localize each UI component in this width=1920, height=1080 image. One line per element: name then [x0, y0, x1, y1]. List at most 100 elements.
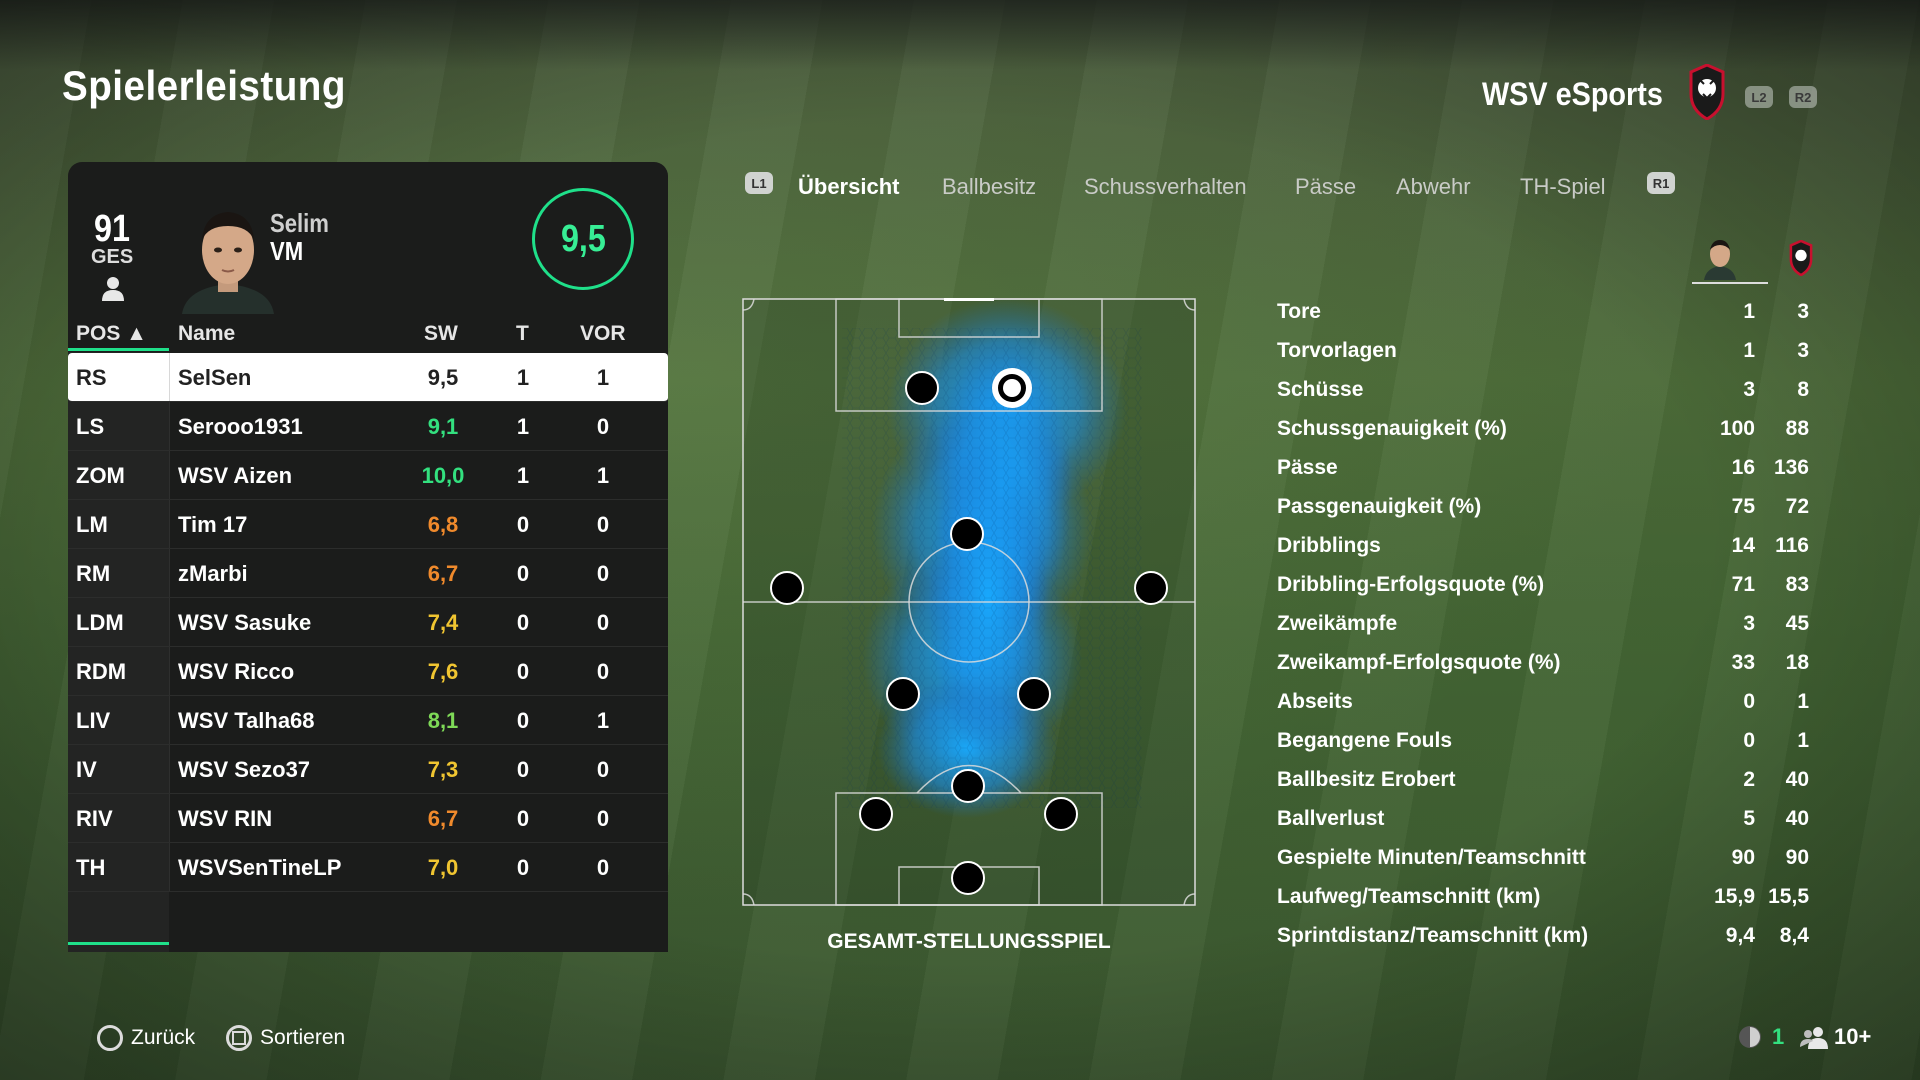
l1-button[interactable]: L1 [745, 172, 773, 194]
header-sw[interactable]: SW [424, 322, 458, 346]
header-t[interactable]: T [516, 322, 529, 346]
stat-player-value: 0 [1743, 729, 1755, 752]
row-name: zMarbi [178, 561, 248, 586]
stat-team-value: 88 [1785, 417, 1809, 440]
sort-indicator [68, 348, 169, 351]
stat-team-value: 8,4 [1779, 924, 1809, 947]
table-row[interactable]: LM Tim 17 6,8 0 0 [68, 500, 668, 549]
player-column-underline [1692, 282, 1768, 284]
table-row[interactable]: IV WSV Sezo37 7,3 0 0 [68, 745, 668, 794]
stat-row: Abseits 0 1 [1277, 684, 1817, 723]
stat-player-value: 75 [1731, 495, 1755, 518]
row-position: RS [76, 365, 107, 390]
row-assists: 1 [596, 365, 610, 390]
stat-row: Passgenauigkeit (%) 75 72 [1277, 489, 1817, 528]
stat-row: Sprintdistanz/Teamschnitt (km) 9,4 8,4 [1277, 918, 1817, 957]
back-button[interactable]: Zurück [97, 1025, 195, 1051]
table-row[interactable]: RM zMarbi 6,7 0 0 [68, 549, 668, 598]
table-row[interactable]: RS SelSen 9,5 1 1 [68, 353, 668, 402]
row-rating: 9,5 [427, 365, 459, 390]
stat-label: Sprintdistanz/Teamschnitt (km) [1277, 924, 1589, 947]
heatmap-blobs [842, 298, 1142, 818]
sort-button[interactable]: Sortieren [226, 1025, 345, 1051]
row-goals: 0 [516, 610, 530, 635]
row-rating: 9,1 [427, 414, 459, 439]
stat-player-value: 16 [1731, 456, 1755, 479]
stat-label: Passgenauigkeit (%) [1277, 495, 1482, 518]
square-button-icon [226, 1025, 252, 1051]
voice-count: 1 [1772, 1024, 1785, 1049]
stat-label: Dribbling-Erfolgsquote (%) [1277, 573, 1545, 596]
tab-ballbesitz[interactable]: Ballbesitz [942, 174, 1036, 200]
row-rating: 7,6 [427, 659, 459, 684]
row-name: SelSen [178, 365, 252, 390]
header-pos[interactable]: POS ▲ [76, 322, 147, 346]
row-assists: 0 [596, 561, 610, 586]
stat-row: Torvorlagen 1 3 [1277, 333, 1817, 372]
stat-row: Schüsse 3 8 [1277, 372, 1817, 411]
tab-uebersicht[interactable]: Übersicht [798, 174, 899, 200]
row-position: RIV [76, 806, 113, 831]
row-goals: 1 [516, 463, 530, 488]
table-row[interactable]: RDM WSV Ricco 7,6 0 0 [68, 647, 668, 696]
stat-player-value: 5 [1743, 807, 1755, 830]
row-name: WSV Sezo37 [178, 757, 311, 782]
mic-icon [1739, 1026, 1761, 1048]
row-goals: 0 [516, 708, 530, 733]
row-name: WSV Ricco [178, 659, 295, 684]
table-row[interactable]: LIV WSV Talha68 8,1 0 1 [68, 696, 668, 745]
table-header: POS ▲ Name SW T VOR [68, 314, 668, 352]
stat-player-value: 3 [1743, 612, 1755, 635]
r1-button[interactable]: R1 [1647, 172, 1675, 194]
row-name: Tim 17 [178, 512, 248, 537]
row-rating: 8,1 [427, 708, 459, 733]
tab-th-spiel[interactable]: TH-Spiel [1520, 174, 1606, 200]
header-name[interactable]: Name [178, 322, 235, 346]
stat-label: Ballverlust [1277, 807, 1385, 830]
header-vor[interactable]: VOR [580, 322, 626, 346]
row-rating: 6,7 [427, 806, 459, 831]
row-goals: 0 [516, 855, 530, 880]
row-position: IV [76, 757, 97, 782]
stat-label: Schüsse [1277, 378, 1364, 401]
player-name: Selim [270, 208, 329, 238]
row-goals: 0 [516, 659, 530, 684]
stat-row: Gespielte Minuten/Teamschnitt 90 90 [1277, 840, 1817, 879]
table-row[interactable]: ZOM WSV Aizen 10,0 1 1 [68, 451, 668, 500]
stat-player-value: 14 [1731, 534, 1755, 557]
stat-label: Tore [1277, 300, 1321, 323]
row-name: WSV RIN [178, 806, 273, 831]
stat-label: Gespielte Minuten/Teamschnitt [1277, 846, 1586, 869]
stat-team-value: 83 [1785, 573, 1809, 596]
stat-label: Abseits [1277, 690, 1353, 713]
person-icon [102, 277, 124, 301]
table-row[interactable]: RIV WSV RIN 6,7 0 0 [68, 794, 668, 843]
table-row[interactable]: LDM WSV Sasuke 7,4 0 0 [68, 598, 668, 647]
stat-label: Laufweg/Teamschnitt (km) [1277, 885, 1541, 908]
stat-row: Dribbling-Erfolgsquote (%) 71 83 [1277, 567, 1817, 606]
stat-team-value: 116 [1775, 534, 1809, 557]
stat-row: Laufweg/Teamschnitt (km) 15,9 15,5 [1277, 879, 1817, 918]
stat-team-value: 40 [1785, 807, 1809, 830]
row-rating: 6,8 [427, 512, 459, 537]
stat-player-value: 0 [1743, 690, 1755, 713]
tab-schussverhalten[interactable]: Schussverhalten [1084, 174, 1247, 200]
table-row[interactable]: TH WSVSenTineLP 7,0 0 0 [68, 843, 668, 892]
r2-button[interactable]: R2 [1789, 86, 1817, 108]
row-assists: 0 [596, 806, 610, 831]
stat-player-value: 15,9 [1714, 885, 1755, 908]
l2-button[interactable]: L2 [1745, 86, 1773, 108]
stat-team-value: 1 [1797, 690, 1809, 713]
row-name: WSV Talha68 [178, 708, 315, 733]
row-assists: 1 [596, 708, 610, 733]
tab-abwehr[interactable]: Abwehr [1396, 174, 1471, 200]
stat-label: Pässe [1277, 456, 1338, 479]
row-assists: 0 [596, 512, 610, 537]
stat-label: Torvorlagen [1277, 339, 1397, 362]
tab-paesse[interactable]: Pässe [1295, 174, 1356, 200]
row-position: LDM [76, 610, 124, 635]
table-row[interactable]: LS Serooo1931 9,1 1 0 [68, 402, 668, 451]
positioning-heatmap [742, 298, 1196, 906]
row-position: RDM [76, 659, 127, 684]
row-goals: 1 [516, 365, 530, 390]
